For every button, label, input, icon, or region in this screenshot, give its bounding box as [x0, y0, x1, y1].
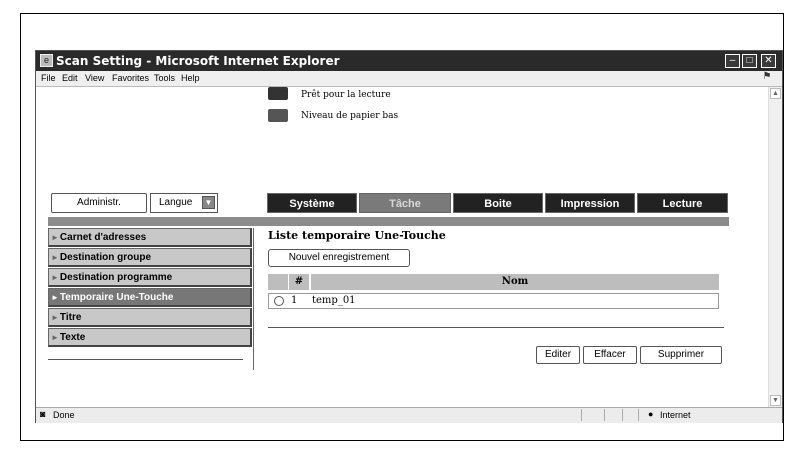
- sidebar-item-label: Temporaire Une-Touche: [59, 292, 174, 303]
- tab-boite[interactable]: Boite: [453, 193, 543, 213]
- col-name-header: Nom: [311, 274, 719, 290]
- col-select-header: [268, 274, 288, 290]
- vertical-scrollbar[interactable]: ▲ ▼: [768, 87, 782, 407]
- zone-text: Internet: [660, 410, 691, 420]
- clear-button[interactable]: Effacer: [583, 346, 637, 364]
- table-divider: [268, 327, 724, 328]
- header-divider: [48, 217, 729, 226]
- scroll-down-icon[interactable]: ▼: [770, 395, 781, 406]
- tab-impression[interactable]: Impression: [545, 193, 635, 213]
- arrow-right-icon: ►: [51, 233, 59, 242]
- status-divider: [622, 409, 623, 421]
- sidebar-item-destination-programme[interactable]: ►Destination programme: [48, 268, 252, 287]
- windows-flag-icon: ⚑: [762, 71, 772, 82]
- scanner-icon: [268, 87, 288, 100]
- close-button[interactable]: ✕: [761, 54, 776, 68]
- ie-app-icon: e: [40, 54, 53, 67]
- table-header: # Nom: [268, 274, 719, 290]
- status-divider: [604, 409, 605, 421]
- menu-view[interactable]: View: [85, 73, 104, 83]
- page-content: Prêt pour la lecture Niveau de papier ba…: [36, 87, 769, 407]
- window-title: Scan Setting - Microsoft Internet Explor…: [56, 54, 340, 68]
- delete-button[interactable]: Supprimer: [640, 346, 722, 364]
- arrow-right-icon: ►: [51, 273, 59, 282]
- status-text: Done: [53, 410, 75, 420]
- tab-systeme[interactable]: Système: [267, 193, 357, 213]
- arrow-right-icon: ►: [51, 313, 59, 322]
- row-number: 1: [291, 295, 298, 306]
- sidebar-separator: [253, 228, 254, 370]
- browser-window: e Scan Setting - Microsoft Internet Expl…: [35, 50, 783, 423]
- arrow-right-icon: ►: [51, 253, 59, 262]
- paper-low-status-text: Niveau de papier bas: [301, 111, 399, 121]
- tab-lecture[interactable]: Lecture: [637, 193, 728, 213]
- title-bar: e Scan Setting - Microsoft Internet Expl…: [36, 51, 782, 71]
- sidebar-item-label: Texte: [59, 332, 86, 343]
- language-select-label: Langue: [159, 197, 193, 208]
- sidebar-item-temporaire[interactable]: ►Temporaire Une-Touche: [48, 288, 252, 307]
- page-title: Liste temporaire Une-Touche: [268, 229, 446, 242]
- page-done-icon: ◙: [40, 409, 46, 419]
- menu-help[interactable]: Help: [181, 73, 200, 83]
- chevron-down-icon: ▼: [202, 196, 215, 209]
- status-bar: ◙ Done ● Internet: [36, 407, 782, 423]
- row-name: temp_01: [312, 295, 356, 306]
- tab-tache[interactable]: Tâche: [359, 193, 451, 213]
- tab-bar: Système Tâche Boite Impression Lecture: [267, 193, 730, 213]
- sidebar-item-carnet[interactable]: ►Carnet d'adresses: [48, 228, 252, 247]
- sidebar-item-label: Titre: [59, 312, 82, 323]
- sidebar-item-label: Destination groupe: [59, 252, 152, 263]
- menu-favorites[interactable]: Favorites: [112, 73, 149, 83]
- row-select-radio[interactable]: [274, 296, 284, 306]
- maximize-button[interactable]: □: [742, 54, 757, 68]
- arrow-right-icon: ►: [51, 293, 59, 302]
- ready-status-text: Prêt pour la lecture: [301, 90, 391, 100]
- admin-button[interactable]: Administr.: [51, 193, 147, 213]
- status-divider: [638, 409, 639, 421]
- arrow-right-icon: ►: [51, 333, 59, 342]
- sidebar-item-label: Carnet d'adresses: [59, 232, 147, 243]
- sidebar-item-label: Destination programme: [59, 272, 173, 283]
- language-select[interactable]: Langue ▼: [150, 193, 218, 213]
- col-number-header: #: [289, 274, 309, 290]
- table-row: 1 temp_01: [268, 293, 719, 309]
- warning-icon: [268, 109, 288, 122]
- new-record-button[interactable]: Nouvel enregistrement: [268, 249, 410, 267]
- minimize-button[interactable]: –: [725, 54, 740, 68]
- sidebar-item-titre[interactable]: ►Titre: [48, 308, 252, 327]
- sidebar: ►Carnet d'adresses ►Destination groupe ►…: [48, 228, 254, 370]
- edit-button[interactable]: Editer: [536, 346, 580, 364]
- sidebar-divider: [48, 359, 243, 360]
- sidebar-item-texte[interactable]: ►Texte: [48, 328, 252, 347]
- menu-edit[interactable]: Edit: [62, 73, 78, 83]
- menu-file[interactable]: File: [41, 73, 56, 83]
- menu-tools[interactable]: Tools: [154, 73, 175, 83]
- status-divider: [581, 409, 582, 421]
- menu-bar: File Edit View Favorites Tools Help ⚑: [36, 71, 782, 87]
- sidebar-item-destination-groupe[interactable]: ►Destination groupe: [48, 248, 252, 267]
- globe-icon: ●: [648, 409, 654, 419]
- scroll-up-icon[interactable]: ▲: [770, 88, 781, 99]
